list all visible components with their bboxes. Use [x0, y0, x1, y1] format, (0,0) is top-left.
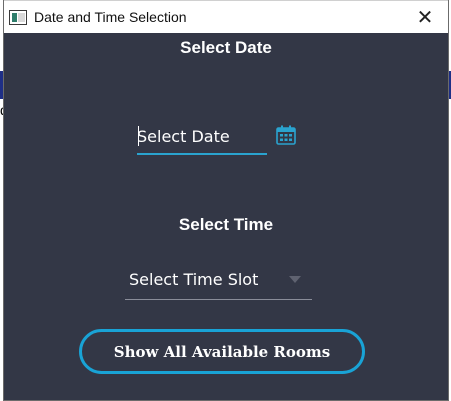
window-title: Date and Time Selection	[34, 9, 187, 25]
select-time-heading: Select Time	[178, 215, 274, 234]
app-window-icon	[9, 10, 27, 25]
dropdown-arrow-icon	[289, 276, 301, 283]
select-date-heading: Select Date	[180, 38, 272, 57]
close-button[interactable]: ✕	[402, 1, 448, 34]
date-input-field[interactable]	[137, 118, 267, 155]
show-all-rooms-button[interactable]: Show All Available Rooms	[79, 329, 365, 374]
date-time-dialog: Date and Time Selection ✕ Select Date Se…	[3, 0, 449, 401]
date-input[interactable]	[137, 123, 267, 149]
time-slot-value: Select Time Slot	[129, 270, 259, 289]
calendar-icon[interactable]	[275, 124, 297, 146]
time-slot-select[interactable]: Select Time Slot	[125, 262, 312, 300]
title-bar: Date and Time Selection ✕	[4, 0, 448, 33]
text-caret	[138, 126, 139, 146]
